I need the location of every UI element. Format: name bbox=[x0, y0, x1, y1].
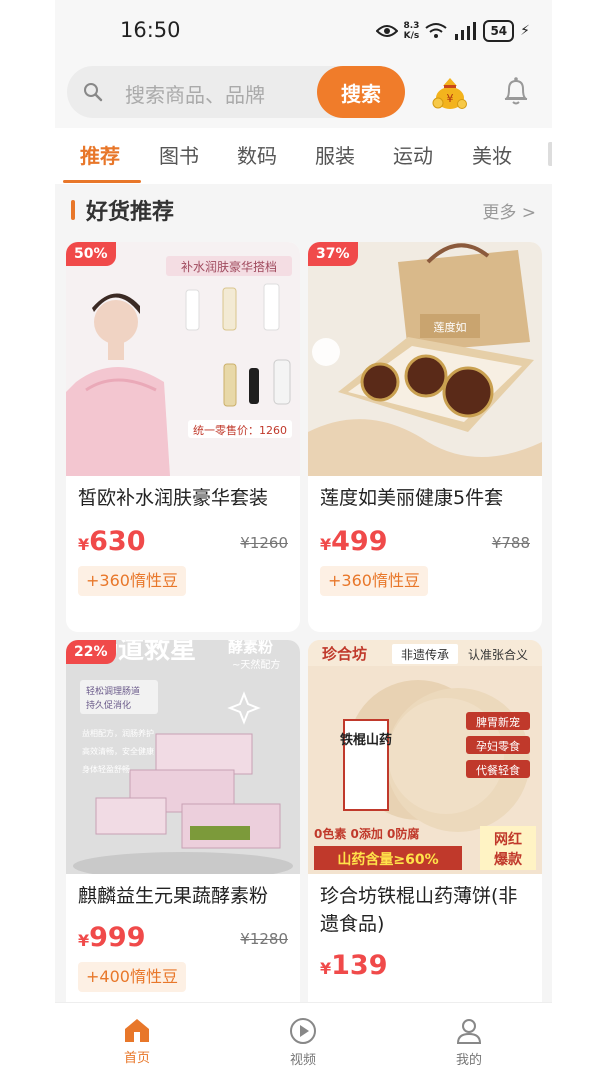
svg-text:统一零售价：1260: 统一零售价：1260 bbox=[193, 423, 287, 437]
charging-icon: ⚡ bbox=[520, 23, 530, 39]
svg-text:孕妇零食: 孕妇零食 bbox=[476, 739, 520, 753]
search-button[interactable]: 搜索 bbox=[317, 66, 405, 118]
svg-text:珍合坊: 珍合坊 bbox=[322, 645, 367, 663]
search-placeholder: 搜索商品、品牌 bbox=[125, 83, 265, 107]
product-price: ¥499 bbox=[320, 526, 388, 557]
svg-text:代餐轻食: 代餐轻食 bbox=[476, 763, 520, 777]
active-tab-indicator bbox=[63, 180, 141, 183]
tab-recommend[interactable]: 推荐 bbox=[80, 140, 120, 169]
beans-reward: +360惰性豆 bbox=[320, 566, 428, 596]
header: 搜索商品、品牌 搜索 ¥ bbox=[55, 62, 552, 128]
product-image: 肠道救星 酵素粉 ~天然配方 轻松调理肠道 持久促消化 益相配方，润肠养护 高效… bbox=[66, 640, 300, 874]
product-card[interactable]: 莲度如 37% 莲度如美丽健康5件套 ¥499 ¥788 +360惰性豆 bbox=[308, 242, 542, 632]
product-price: ¥139 bbox=[320, 950, 388, 981]
discount-badge: 50% bbox=[66, 242, 116, 266]
app-screen: 16:50 8.3 K/s 54 ⚡ 搜索商品、品牌 搜索 ¥ 推荐 图书 数码… bbox=[55, 0, 552, 1080]
svg-text:持久促消化: 持久促消化 bbox=[86, 699, 131, 711]
product-image: 莲度如 37% bbox=[308, 242, 542, 476]
product-card[interactable]: 肠道救星 酵素粉 ~天然配方 轻松调理肠道 持久促消化 益相配方，润肠养护 高效… bbox=[66, 640, 300, 1020]
section-accent-bar bbox=[71, 200, 75, 220]
nav-profile[interactable]: 我的 bbox=[419, 1017, 519, 1068]
product-image: 珍合坊 非遗传承 认准张合义 铁棍山药 脾胃新宠 孕妇零食 代餐轻食 0色素 0… bbox=[308, 640, 542, 874]
bell-icon[interactable] bbox=[503, 76, 529, 106]
section-header: 好货推荐 更多 > bbox=[55, 184, 552, 240]
net-speed: 8.3 K/s bbox=[403, 21, 420, 41]
svg-text:脾胃新宠: 脾胃新宠 bbox=[476, 715, 520, 729]
svg-text:轻松调理肠道: 轻松调理肠道 bbox=[86, 685, 140, 697]
svg-text:¥: ¥ bbox=[447, 92, 454, 105]
money-bag-icon[interactable]: ¥ bbox=[431, 72, 469, 110]
product-price: ¥999 bbox=[78, 922, 146, 953]
tab-books[interactable]: 图书 bbox=[159, 140, 199, 169]
section-title: 好货推荐 bbox=[86, 200, 175, 225]
discount-badge: 22% bbox=[66, 640, 116, 664]
original-price: ¥1280 bbox=[240, 930, 288, 948]
svg-text:非遗传承: 非遗传承 bbox=[401, 647, 449, 662]
discount-badge: 37% bbox=[308, 242, 358, 266]
home-icon bbox=[125, 1019, 149, 1042]
svg-text:莲度如: 莲度如 bbox=[434, 320, 467, 334]
product-card[interactable]: 补水润肤豪华搭档 统一零售价：1260 50% 皙欧补水润肤豪华套装 ¥630 bbox=[66, 242, 300, 632]
svg-text:铁棍山药: 铁棍山药 bbox=[339, 732, 392, 748]
tab-sports[interactable]: 运动 bbox=[393, 140, 433, 169]
svg-text:网红: 网红 bbox=[494, 831, 522, 848]
tab-beauty[interactable]: 美妆 bbox=[472, 140, 512, 169]
signal-icon bbox=[455, 22, 477, 40]
more-link[interactable]: 更多 > bbox=[482, 198, 536, 223]
wifi-icon bbox=[425, 23, 448, 38]
user-icon bbox=[456, 1019, 482, 1044]
nav-video[interactable]: 视频 bbox=[253, 1017, 353, 1068]
svg-text:山药含量≥60%: 山药含量≥60% bbox=[337, 851, 438, 868]
tab-digital[interactable]: 数码 bbox=[237, 140, 277, 169]
battery-indicator: 54 bbox=[483, 20, 515, 42]
product-price: ¥630 bbox=[78, 526, 146, 557]
svg-text:身体轻盈舒畅: 身体轻盈舒畅 bbox=[82, 764, 130, 774]
play-icon bbox=[290, 1018, 316, 1044]
svg-text:认准张合义: 认准张合义 bbox=[468, 647, 528, 662]
svg-text:补水润肤豪华搭档: 补水润肤豪华搭档 bbox=[181, 259, 277, 274]
svg-text:爆款: 爆款 bbox=[494, 851, 523, 868]
product-title: 珍合坊铁棍山药薄饼(非遗食品) bbox=[320, 885, 518, 935]
nav-home[interactable]: 首页 bbox=[87, 1017, 187, 1066]
status-icons: 8.3 K/s 54 ⚡ bbox=[375, 20, 530, 42]
svg-text:酵素粉: 酵素粉 bbox=[228, 640, 273, 656]
tab-overflow-hint bbox=[548, 142, 552, 166]
svg-text:~天然配方: ~天然配方 bbox=[232, 658, 280, 671]
category-tabs: 推荐 图书 数码 服装 运动 美妆 bbox=[55, 128, 552, 184]
product-image: 补水润肤豪华搭档 统一零售价：1260 50% bbox=[66, 242, 300, 476]
product-title: 麒麟益生元果蔬酵素粉 bbox=[78, 885, 269, 907]
search-icon bbox=[84, 83, 103, 102]
original-price: ¥1260 bbox=[240, 534, 288, 552]
eye-icon bbox=[375, 25, 398, 37]
status-time: 16:50 bbox=[120, 18, 181, 42]
product-title: 莲度如美丽健康5件套 bbox=[320, 487, 504, 509]
status-bar: 16:50 8.3 K/s 54 ⚡ bbox=[55, 0, 552, 62]
svg-text:0色素 0添加 0防腐: 0色素 0添加 0防腐 bbox=[314, 826, 419, 841]
original-price: ¥788 bbox=[491, 534, 530, 552]
beans-reward: +400惰性豆 bbox=[78, 962, 186, 992]
tab-clothing[interactable]: 服装 bbox=[315, 140, 355, 169]
svg-text:高效清畅，安全健康: 高效清畅，安全健康 bbox=[82, 746, 154, 756]
product-title: 皙欧补水润肤豪华套装 bbox=[78, 487, 269, 509]
beans-reward: +360惰性豆 bbox=[78, 566, 186, 596]
svg-text:益相配方，润肠养护: 益相配方，润肠养护 bbox=[82, 728, 154, 738]
bottom-nav: 首页 视频 我的 bbox=[55, 1002, 552, 1080]
product-card[interactable]: 珍合坊 非遗传承 认准张合义 铁棍山药 脾胃新宠 孕妇零食 代餐轻食 0色素 0… bbox=[308, 640, 542, 1020]
